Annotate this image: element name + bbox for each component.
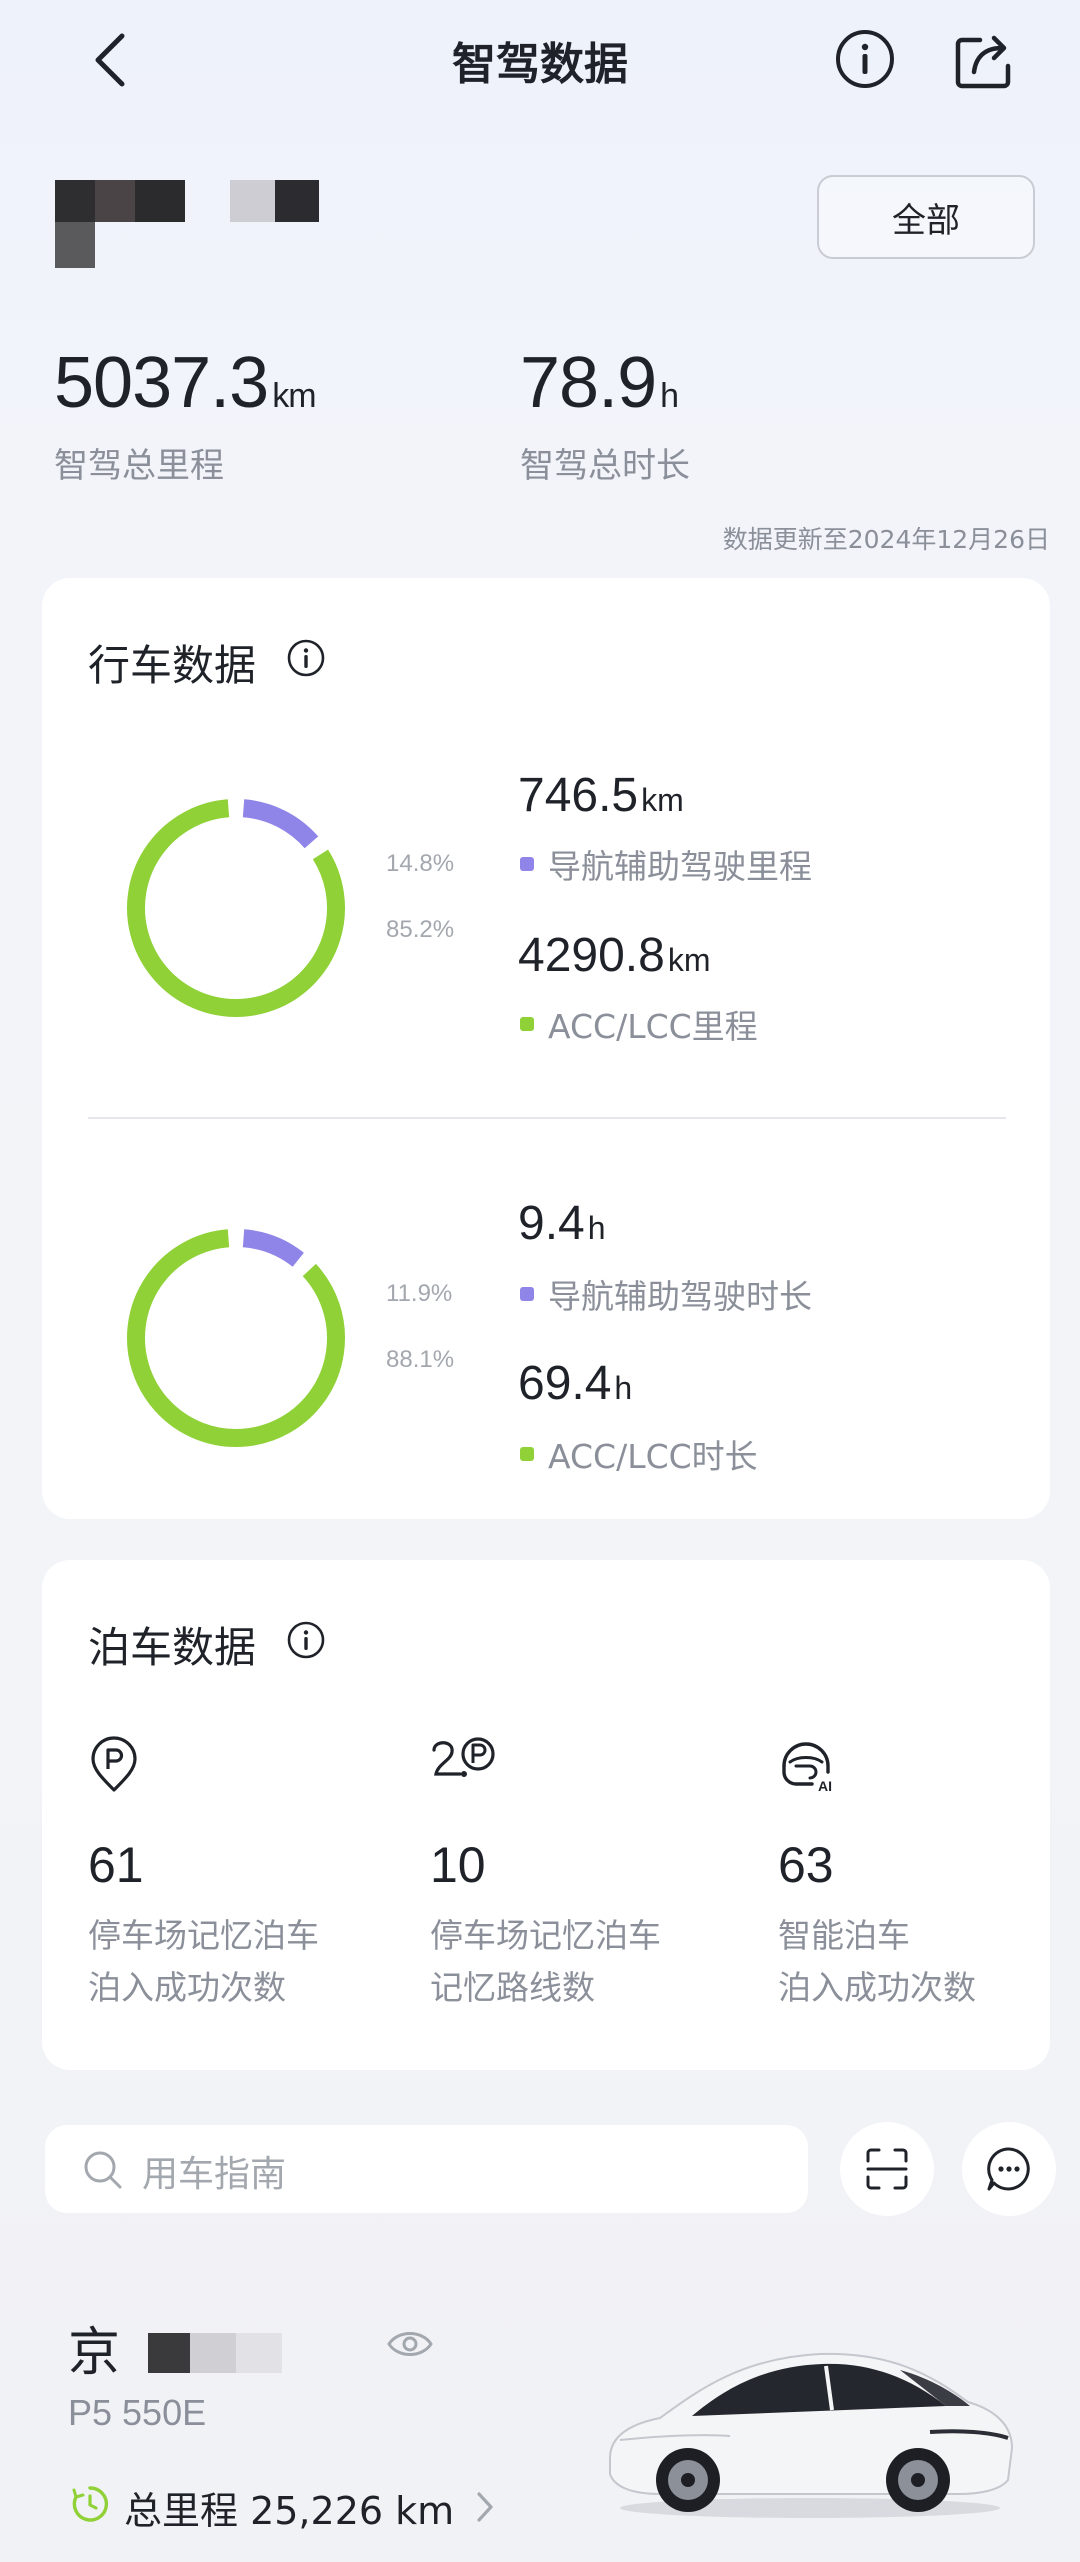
memory-parking-success-count: 61 bbox=[88, 1837, 144, 1893]
purple-legend-dot bbox=[520, 1287, 534, 1301]
total-duration-value: 78.9 h bbox=[520, 343, 679, 423]
duration-nav-percent: 11.9% bbox=[386, 1280, 453, 1307]
eye-icon[interactable] bbox=[386, 2326, 434, 2362]
memory-route-label: 停车场记忆泊车 记忆路线数 bbox=[430, 1916, 661, 2007]
acc-distance-value: 4290.8km bbox=[518, 929, 711, 982]
memory-parking-success-label: 停车场记忆泊车 泊入成功次数 bbox=[88, 1916, 319, 2007]
car-image bbox=[609, 2352, 1014, 2518]
green-legend-dot bbox=[520, 1017, 534, 1031]
nav-distance-value: 746.5km bbox=[518, 769, 684, 822]
vehicle-model: P5 550E bbox=[68, 2392, 207, 2433]
driving-info-icon[interactable] bbox=[286, 638, 326, 678]
ai-parking-icon: AI bbox=[782, 1742, 832, 1794]
filter-all-button[interactable]: 全部 bbox=[817, 175, 1035, 259]
parking-card-title: 泊车数据 bbox=[88, 1623, 257, 1672]
card-divider bbox=[88, 1117, 1006, 1119]
purple-legend-dot bbox=[520, 857, 534, 871]
acc-ring-segment bbox=[127, 1229, 345, 1447]
nav-duration-legend: 导航辅助驾驶时长 bbox=[520, 1270, 812, 1318]
total-duration-label: 智驾总时长 bbox=[520, 446, 690, 486]
share-icon[interactable] bbox=[950, 26, 1016, 92]
chat-button[interactable] bbox=[962, 2122, 1056, 2216]
nav-ring-segment bbox=[242, 1229, 304, 1267]
nav-ring-segment bbox=[242, 799, 319, 849]
svg-text:AI: AI bbox=[818, 1778, 832, 1794]
update-note: 数据更新至2024年12月26日 bbox=[722, 525, 1050, 554]
smart-parking-success-label: 智能泊车 泊入成功次数 bbox=[778, 1916, 976, 2007]
distance-donut-chart bbox=[127, 799, 345, 1017]
acc-distance-legend: ACC/LCC里程 bbox=[520, 1000, 758, 1048]
parking-info-icon[interactable] bbox=[286, 1620, 326, 1660]
total-distance-value: 5037.3 km bbox=[54, 343, 317, 423]
page-title: 智驾数据 bbox=[452, 39, 628, 90]
route-parking-icon bbox=[432, 1737, 495, 1777]
acc-duration-legend: ACC/LCC时长 bbox=[520, 1430, 758, 1478]
smart-parking-success-count: 63 bbox=[778, 1837, 834, 1893]
total-distance-label: 智驾总里程 bbox=[54, 446, 224, 486]
acc-duration-value: 69.4h bbox=[518, 1357, 633, 1410]
parking-pin-icon bbox=[91, 1736, 137, 1792]
info-icon[interactable] bbox=[834, 28, 896, 90]
driving-card-title: 行车数据 bbox=[88, 641, 257, 690]
memory-route-count: 10 bbox=[430, 1837, 486, 1893]
duration-acc-percent: 88.1% bbox=[386, 1346, 455, 1373]
plate-prefix: 京 bbox=[68, 2323, 121, 2383]
duration-donut-chart bbox=[127, 1229, 345, 1447]
green-legend-dot bbox=[520, 1447, 534, 1461]
odometer-link[interactable]: 总里程 25,226 km bbox=[124, 2480, 454, 2535]
distance-acc-percent: 85.2% bbox=[386, 916, 455, 943]
distance-nav-percent: 14.8% bbox=[386, 850, 455, 877]
nav-duration-value: 9.4h bbox=[518, 1197, 606, 1250]
chat-icon bbox=[987, 2147, 1030, 2191]
search-placeholder[interactable]: 用车指南 bbox=[142, 2145, 286, 2197]
odometer-icon bbox=[72, 2486, 109, 2522]
scan-icon bbox=[866, 2148, 908, 2190]
scan-button[interactable] bbox=[840, 2122, 934, 2216]
nav-distance-legend: 导航辅助驾驶里程 bbox=[520, 840, 812, 888]
search-icon bbox=[84, 2151, 122, 2189]
chevron-right-icon[interactable] bbox=[474, 2490, 496, 2524]
